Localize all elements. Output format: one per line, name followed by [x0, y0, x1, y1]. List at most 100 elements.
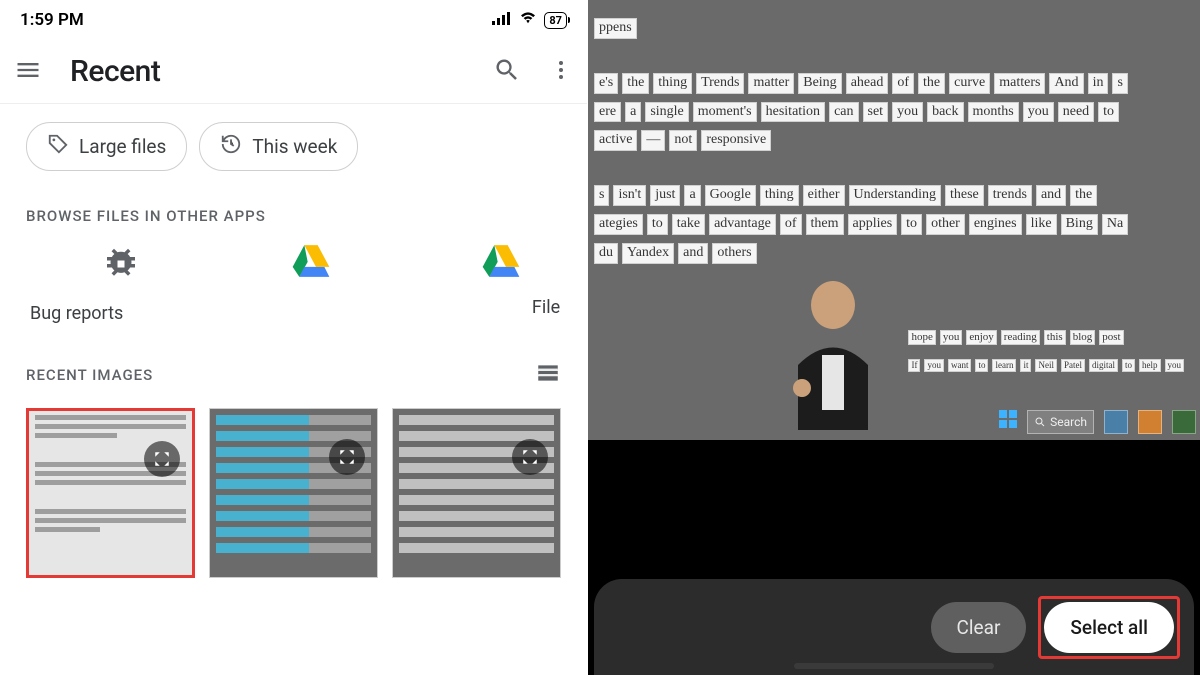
ocr-word[interactable]: Understanding — [849, 185, 941, 206]
ocr-word[interactable]: need — [1058, 102, 1094, 123]
ocr-word[interactable]: either — [803, 185, 845, 206]
ocr-word[interactable]: Patel — [1061, 359, 1085, 372]
wifi-icon — [518, 10, 538, 30]
ocr-word[interactable]: of — [892, 73, 914, 94]
thumbnail-1[interactable] — [26, 408, 195, 578]
ocr-word[interactable]: s — [594, 185, 609, 206]
ocr-word[interactable]: to — [1122, 359, 1135, 372]
ocr-word[interactable]: learn — [992, 359, 1016, 372]
ocr-word[interactable]: Na — [1102, 214, 1128, 235]
ocr-word[interactable]: matters — [994, 73, 1045, 94]
ocr-word[interactable]: — — [641, 130, 665, 151]
ocr-word[interactable]: these — [945, 185, 984, 206]
hamburger-icon[interactable] — [14, 56, 42, 88]
ocr-image-area[interactable]: ppens e'sthethingTrendsmatterBeingaheado… — [588, 0, 1200, 440]
ocr-word[interactable]: of — [780, 214, 802, 235]
ocr-word[interactable]: ahead — [846, 73, 889, 94]
ocr-word[interactable]: just — [650, 185, 680, 206]
ocr-word[interactable]: And — [1049, 73, 1083, 94]
ocr-word[interactable]: ategies — [594, 214, 643, 235]
ocr-word[interactable]: to — [975, 359, 988, 372]
ocr-word[interactable]: single — [645, 102, 688, 123]
taskbar-item — [1138, 410, 1162, 434]
ocr-word[interactable]: ppens — [594, 18, 637, 39]
ocr-word[interactable]: matter — [748, 73, 794, 94]
ocr-word[interactable]: want — [948, 359, 972, 372]
ocr-word[interactable]: thing — [760, 185, 799, 206]
ocr-word[interactable]: curve — [949, 73, 990, 94]
ocr-word[interactable]: you — [1023, 102, 1054, 123]
ocr-word[interactable]: engines — [969, 214, 1022, 235]
ocr-word[interactable]: ere — [594, 102, 621, 123]
ocr-word[interactable]: to — [901, 214, 922, 235]
ocr-word[interactable]: hope — [908, 330, 935, 345]
thumbnail-2[interactable] — [209, 408, 378, 578]
ocr-word[interactable]: set — [863, 102, 889, 123]
ocr-word[interactable]: you — [940, 330, 963, 345]
ocr-word[interactable]: advantage — [709, 214, 776, 235]
ocr-word[interactable]: Being — [798, 73, 841, 94]
ocr-word[interactable]: e's — [594, 73, 618, 94]
more-icon[interactable] — [549, 56, 573, 88]
ocr-word[interactable]: and — [678, 243, 708, 264]
ocr-word[interactable]: take — [672, 214, 705, 235]
ocr-word[interactable]: s — [1112, 73, 1127, 94]
ocr-word[interactable]: to — [1098, 102, 1119, 123]
thumbnail-3[interactable] — [392, 408, 561, 578]
ocr-word[interactable]: and — [1036, 185, 1066, 206]
ocr-word[interactable]: months — [968, 102, 1019, 123]
ocr-word[interactable]: du — [594, 243, 618, 264]
ocr-word[interactable]: you — [892, 102, 923, 123]
ocr-word[interactable]: blog — [1070, 330, 1096, 345]
ocr-word[interactable]: Neil — [1035, 359, 1057, 372]
ocr-word[interactable]: enjoy — [966, 330, 996, 345]
ocr-word[interactable]: it — [1020, 359, 1031, 372]
ocr-word[interactable]: in — [1088, 73, 1109, 94]
chip-this-week[interactable]: This week — [199, 122, 358, 171]
ocr-word[interactable]: post — [1099, 330, 1123, 345]
ocr-word[interactable]: reading — [1001, 330, 1040, 345]
ocr-word[interactable]: applies — [848, 214, 898, 235]
ocr-word[interactable]: trends — [988, 185, 1032, 206]
ocr-word[interactable]: this — [1044, 330, 1066, 345]
select-all-button[interactable]: Select all — [1044, 602, 1174, 653]
ocr-word[interactable]: Trends — [696, 73, 744, 94]
ocr-word[interactable]: Yandex — [622, 243, 674, 264]
search-icon[interactable] — [493, 56, 521, 88]
chip-large-files[interactable]: Large files — [26, 122, 187, 171]
app-bug-reports[interactable]: Bug reports — [26, 243, 216, 324]
app-drive-2[interactable]: File — [406, 243, 596, 324]
ocr-word[interactable]: Google — [705, 185, 756, 206]
ocr-word[interactable]: If — [908, 359, 920, 372]
ocr-word[interactable]: you — [924, 359, 944, 372]
ocr-word[interactable]: to — [647, 214, 668, 235]
ocr-word[interactable]: can — [829, 102, 858, 123]
ocr-word[interactable]: isn't — [613, 185, 646, 206]
ocr-word[interactable]: you — [1165, 359, 1185, 372]
ocr-word[interactable]: back — [927, 102, 963, 123]
ocr-word[interactable]: help — [1139, 359, 1161, 372]
clear-button[interactable]: Clear — [931, 602, 1027, 653]
ocr-word[interactable]: others — [712, 243, 756, 264]
ocr-word[interactable]: Bing — [1061, 214, 1098, 235]
ocr-word[interactable]: them — [806, 214, 844, 235]
ocr-word[interactable]: moment's — [693, 102, 757, 123]
home-indicator — [794, 663, 994, 669]
ocr-word[interactable]: the — [1070, 185, 1097, 206]
filter-chips: Large files This week — [0, 104, 587, 189]
list-view-icon[interactable] — [535, 360, 561, 390]
ocr-word[interactable]: the — [622, 73, 649, 94]
app-drive-1[interactable] — [216, 243, 406, 324]
ocr-word[interactable]: a — [684, 185, 700, 206]
ocr-word[interactable]: the — [918, 73, 945, 94]
ocr-word[interactable]: thing — [653, 73, 692, 94]
ocr-word[interactable]: a — [625, 102, 641, 123]
app-label: Bug reports — [30, 303, 123, 324]
ocr-word[interactable]: digital — [1089, 359, 1118, 372]
ocr-word[interactable]: responsive — [701, 130, 771, 151]
ocr-word[interactable]: hesitation — [761, 102, 825, 123]
ocr-word[interactable]: not — [669, 130, 697, 151]
ocr-word[interactable]: active — [594, 130, 637, 151]
ocr-word[interactable]: other — [926, 214, 965, 235]
ocr-word[interactable]: like — [1026, 214, 1057, 235]
